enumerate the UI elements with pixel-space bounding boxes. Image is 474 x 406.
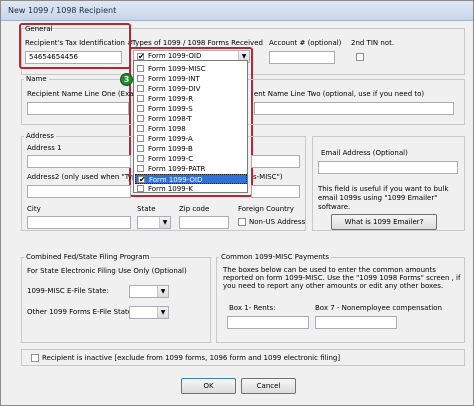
email-label: Email Address (Optional) xyxy=(321,149,408,157)
what-is-emailer-button[interactable]: What is 1099 Emailer? xyxy=(331,214,437,230)
box7-label: Box 7 - Nonemployee compensation xyxy=(315,304,442,312)
form-list-item-label: Form 1098 xyxy=(148,125,186,133)
name-line-two-label: ent Name Line Two (optional, use if you … xyxy=(254,90,425,98)
state-program-group-label: Combined Fed/State Filing Program xyxy=(24,253,152,262)
name-line-one-label: Recipient Name Line One (Exampl xyxy=(27,90,147,98)
form-list-item-checkbox[interactable] xyxy=(137,95,144,102)
form-list-item-label: Form 1099-K xyxy=(148,185,193,193)
form-list-item-label: Form 1099-S xyxy=(148,105,193,113)
address1-label: Address 1 xyxy=(27,144,62,152)
chevron-down-icon[interactable]: ▼ xyxy=(159,217,170,228)
address1-input[interactable] xyxy=(27,155,131,168)
address-group-label: Address xyxy=(24,132,56,141)
form-list-item-label: Form 1099-INT xyxy=(148,75,200,83)
form-list-item-label: Form 1098-T xyxy=(148,115,192,123)
check-icon: ✔ xyxy=(139,175,146,184)
title-bar[interactable]: New 1099 / 1098 Recipient xyxy=(1,1,473,21)
form-list-item[interactable]: Form 1099-MISC xyxy=(135,64,247,74)
form-list-item-checkbox[interactable] xyxy=(137,105,144,112)
address2-input-tail[interactable] xyxy=(251,185,300,198)
box1-label: Box 1- Rents: xyxy=(229,304,276,312)
name-line-two-input[interactable] xyxy=(254,102,454,115)
form-list-item-label: Form 1099-DIV xyxy=(148,85,201,93)
form-list-item-checkbox[interactable] xyxy=(137,145,144,152)
foreign-country-label: Foreign Country xyxy=(238,205,294,213)
form-list-item[interactable]: Form 1098-T xyxy=(135,114,247,124)
form-list-item-label: Form 1099-A xyxy=(148,135,193,143)
form-list-item[interactable]: Form 1099-C xyxy=(135,154,247,164)
inactive-checkbox[interactable] xyxy=(31,354,39,362)
form-list-item-checkbox[interactable] xyxy=(137,85,144,92)
second-tin-checkbox[interactable] xyxy=(356,53,364,61)
inactive-label: Recipient is inactive [exclude from 1099… xyxy=(42,354,341,362)
form-list-item-checkbox[interactable] xyxy=(137,155,144,162)
misc-state-dropdown[interactable]: ▼ xyxy=(129,285,169,298)
zip-input[interactable] xyxy=(179,216,229,229)
second-tin-label: 2nd TIN not. xyxy=(351,39,395,47)
form-list-item-checkbox[interactable]: ✔ xyxy=(138,175,146,184)
state-label: State xyxy=(137,205,156,213)
address2-label-suffix: s-MISC") xyxy=(253,173,283,181)
form-types-list[interactable]: Form 1099-MISC Form 1099-INT Form 1099-DIV… xyxy=(133,60,248,193)
address1-input-tail[interactable] xyxy=(251,155,300,168)
zip-label: Zip code xyxy=(179,205,210,213)
state-dropdown[interactable]: ▼ xyxy=(137,216,171,229)
form-list-item-checkbox[interactable] xyxy=(137,135,144,142)
city-label: City xyxy=(27,205,41,213)
box7-input[interactable] xyxy=(315,316,397,329)
name-group-label: Name xyxy=(24,75,49,84)
account-label: Account # (optional) xyxy=(269,39,342,47)
window-title: New 1099 / 1098 Recipient xyxy=(8,6,117,15)
account-input[interactable] xyxy=(269,51,335,64)
tin-highlight-box xyxy=(19,23,131,69)
form-list-item-label: Form 1099-R xyxy=(148,95,194,103)
form-list-item-checkbox[interactable] xyxy=(137,185,144,192)
box1-input[interactable] xyxy=(227,316,309,329)
form-list-item-checkbox[interactable] xyxy=(137,115,144,122)
form-list-item[interactable]: Form 1099-B xyxy=(135,144,247,154)
form-list-item[interactable]: Form 1099-K xyxy=(135,184,247,194)
form-list-item-checkbox[interactable] xyxy=(137,65,144,72)
ok-button[interactable]: OK xyxy=(181,378,236,394)
form-list-item[interactable]: Form 1099-DIV xyxy=(135,84,247,94)
cancel-button[interactable]: Cancel xyxy=(241,378,296,394)
address2-input[interactable] xyxy=(27,185,131,198)
city-input[interactable] xyxy=(27,216,131,229)
misc-payments-description: The boxes below can be used to enter the… xyxy=(223,266,461,290)
non-us-label: Non-US Address xyxy=(249,218,306,226)
name-line-one-input[interactable] xyxy=(27,102,129,115)
form-list-item-label: Form 1099-PATR xyxy=(148,165,206,173)
form-list-item[interactable]: Form 1099-A xyxy=(135,134,247,144)
misc-state-label: 1099-MISC E-File State: xyxy=(27,287,109,295)
misc-payments-group-label: Common 1099-MISC Payments xyxy=(219,253,332,262)
form-list-item-label: Form 1099-C xyxy=(148,155,194,163)
form-list-item[interactable]: Form 1099-INT xyxy=(135,74,247,84)
form-list-item[interactable]: Form 1099-S xyxy=(135,104,247,114)
form-list-item[interactable]: Form 1098 xyxy=(135,124,247,134)
chevron-down-icon[interactable]: ▼ xyxy=(157,307,168,318)
form-list-item-label: Form 1099-MISC xyxy=(148,65,206,73)
email-input[interactable] xyxy=(318,161,458,174)
email-help-text: This field is useful if you want to bulk… xyxy=(318,185,449,211)
form-list-item-label: Form 1099-B xyxy=(148,145,193,153)
chevron-down-icon[interactable]: ▼ xyxy=(157,286,168,297)
other-state-dropdown[interactable]: ▼ xyxy=(129,306,169,319)
form-list-item-checkbox[interactable] xyxy=(137,75,144,82)
address2-label: Address2 (only used when "Types xyxy=(27,173,145,181)
other-state-label: Other 1099 Forms E-File State: xyxy=(27,308,135,316)
form-list-item[interactable]: ✔ Form 1099-OID xyxy=(135,174,247,184)
form-list-item[interactable]: Form 1099-PATR xyxy=(135,164,247,174)
form-list-item[interactable]: Form 1099-R xyxy=(135,94,247,104)
form-list-item-checkbox[interactable] xyxy=(137,125,144,132)
dialog-window: New 1099 / 1098 Recipient General Recipi… xyxy=(0,0,474,406)
state-program-sub-label: For State Electronic Filing Use Only (Op… xyxy=(27,267,187,275)
form-list-item-checkbox[interactable] xyxy=(137,165,144,172)
step-badge: 3 xyxy=(120,73,133,86)
non-us-checkbox[interactable] xyxy=(238,218,246,226)
